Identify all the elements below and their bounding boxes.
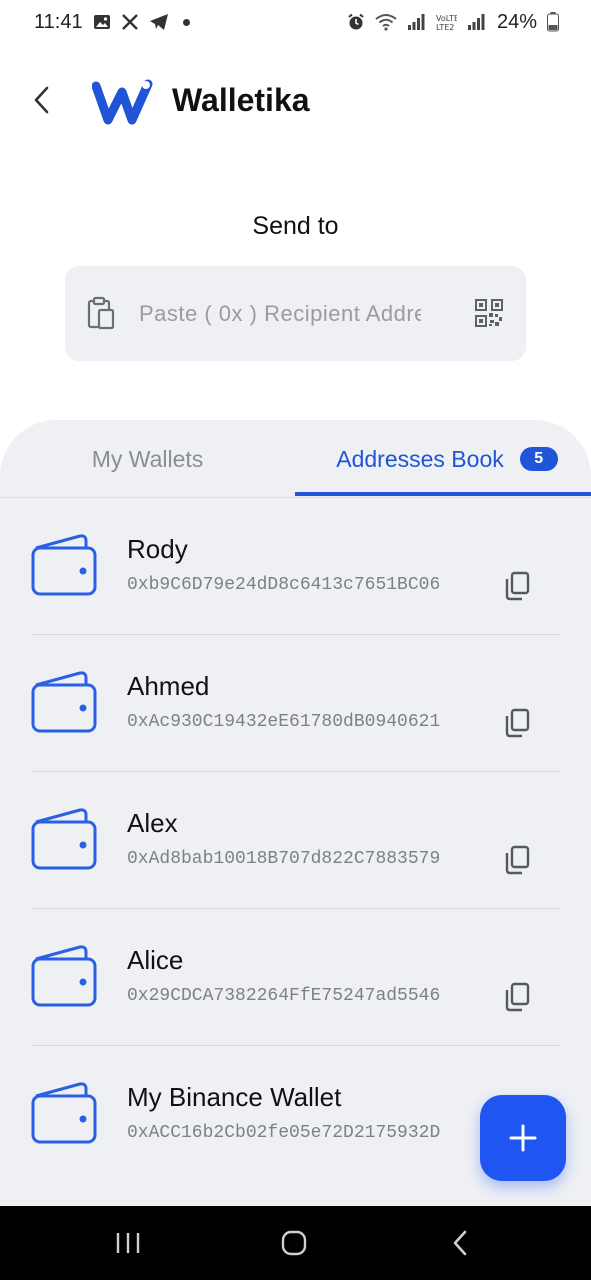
- chevron-left-icon: [34, 86, 49, 114]
- copy-address-button[interactable]: [503, 571, 531, 601]
- contact-name: Ahmed: [127, 671, 210, 701]
- address-list-item[interactable]: Rody 0xb9C6D79e24dD8c6413c7651BC06: [0, 498, 591, 635]
- plus-icon: [509, 1124, 537, 1152]
- wallet-icon: [31, 671, 97, 733]
- status-bar: 11:41 VoLTE LTE2 24%: [0, 0, 591, 44]
- send-to-title: Send to: [252, 212, 339, 240]
- volte-icon: VoLTE LTE2: [435, 13, 457, 31]
- gallery-icon: [93, 13, 111, 31]
- telegram-icon: [149, 13, 169, 31]
- svg-text:VoLTE: VoLTE: [436, 14, 457, 23]
- battery-percent: 24%: [496, 10, 537, 33]
- walletika-logo-icon: [91, 76, 156, 128]
- home-icon: [281, 1230, 307, 1256]
- tab-addresses-book-label: Addresses Book: [336, 445, 504, 472]
- battery-icon: [547, 12, 559, 32]
- tab-bar: My Wallets Addresses Book 5: [0, 420, 591, 498]
- wallet-icon: [31, 534, 97, 596]
- back-icon: [453, 1230, 467, 1256]
- wallet-icon: [31, 1082, 97, 1144]
- recipient-field: [65, 266, 526, 361]
- contact-address: 0xAc930C19432eE61780dB0940621: [127, 712, 441, 732]
- status-right: VoLTE LTE2 24%: [347, 11, 559, 34]
- qr-code-icon: [475, 299, 503, 327]
- wallet-icon: [31, 808, 97, 870]
- contact-address: 0xb9C6D79e24dD8c6413c7651BC06: [127, 575, 441, 595]
- svg-text:LTE2: LTE2: [436, 23, 454, 31]
- contact-address: 0xACC16b2Cb02fe05e72D2175932D: [127, 1123, 441, 1143]
- wifi-icon: [375, 13, 397, 31]
- address-list-item[interactable]: Ahmed 0xAc930C19432eE61780dB0940621: [0, 635, 591, 772]
- contact-name: My Binance Wallet: [127, 1082, 342, 1112]
- recipient-address-input[interactable]: [137, 290, 423, 338]
- contact-name: Alex: [127, 808, 178, 838]
- active-tab-indicator: [295, 492, 591, 496]
- status-time: 11:41: [34, 10, 83, 33]
- copy-icon: [505, 571, 530, 601]
- contact-name: Alice: [127, 945, 184, 975]
- contact-address: 0x29CDCA7382264FfE75247ad5546: [127, 986, 441, 1006]
- address-list: Rody 0xb9C6D79e24dD8c6413c7651BC06 Ahmed…: [0, 498, 591, 1183]
- copy-icon: [505, 708, 530, 738]
- tab-addresses-book[interactable]: Addresses Book 5: [295, 420, 591, 498]
- home-button[interactable]: [274, 1228, 314, 1258]
- alarm-icon: [347, 13, 365, 31]
- addresses-count-badge: 5: [519, 447, 558, 471]
- address-list-item[interactable]: Alice 0x29CDCA7382264FfE75247ad5546: [0, 909, 591, 1046]
- copy-icon: [505, 982, 530, 1012]
- system-nav-bar: [0, 1206, 591, 1280]
- addresses-panel: My Wallets Addresses Book 5 Rody 0xb9C6D…: [0, 420, 591, 1206]
- status-left: 11:41: [34, 11, 190, 34]
- clipboard-icon: [87, 296, 115, 330]
- scan-qr-button[interactable]: [475, 299, 503, 327]
- contact-name: Rody: [127, 534, 188, 564]
- copy-icon: [505, 845, 530, 875]
- wallet-icon: [31, 945, 97, 1007]
- nav-back-button[interactable]: [440, 1228, 480, 1258]
- brand-title: Walletika: [172, 82, 310, 118]
- recents-button[interactable]: [108, 1228, 148, 1258]
- back-button[interactable]: [20, 78, 64, 122]
- x-icon: [121, 13, 139, 31]
- tab-my-wallets[interactable]: My Wallets: [0, 420, 295, 498]
- address-list-item[interactable]: Alex 0xAd8bab10018B707d822C7883579: [0, 772, 591, 909]
- copy-address-button[interactable]: [503, 708, 531, 738]
- signal-icon: [407, 13, 425, 31]
- contact-address: 0xAd8bab10018B707d822C7883579: [127, 849, 441, 869]
- copy-address-button[interactable]: [503, 845, 531, 875]
- tab-my-wallets-label: My Wallets: [91, 445, 204, 472]
- signal-icon: [467, 13, 485, 31]
- add-address-button[interactable]: [480, 1095, 566, 1181]
- app-header: Walletika: [0, 60, 591, 144]
- copy-address-button[interactable]: [503, 982, 531, 1012]
- notification-dot-icon: [182, 18, 190, 26]
- recents-icon: [116, 1233, 140, 1253]
- paste-button[interactable]: [87, 296, 117, 330]
